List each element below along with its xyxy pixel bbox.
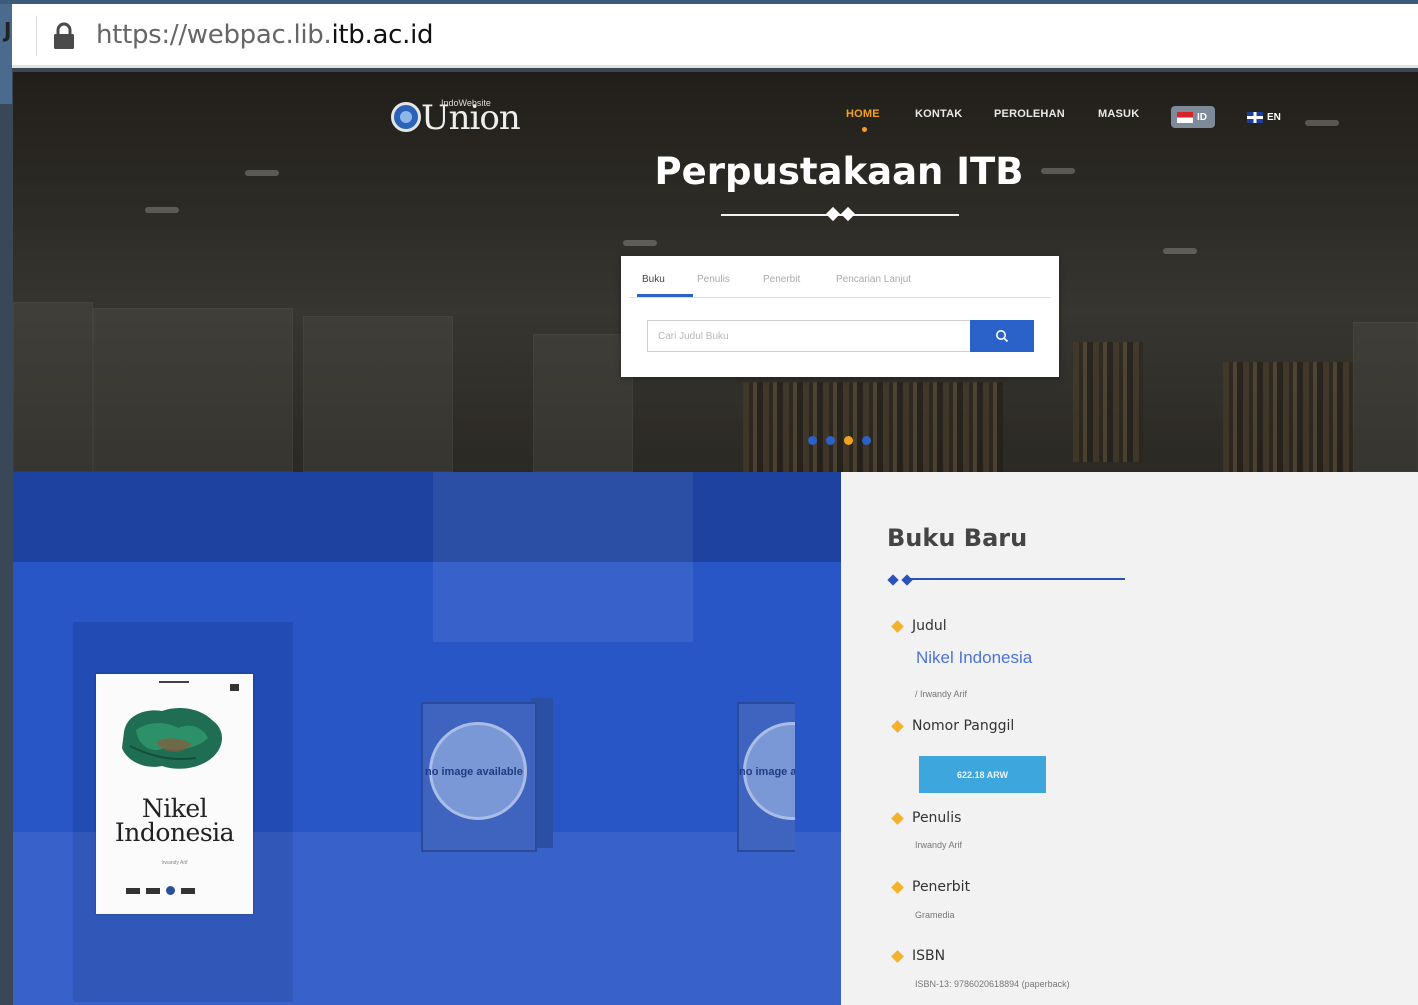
slider-dot[interactable]	[826, 436, 835, 445]
tab-pencarian-lanjut[interactable]: Pencarian Lanjut	[836, 274, 911, 285]
diamond-icon	[887, 574, 899, 586]
tab-penerbit[interactable]: Penerbit	[763, 274, 800, 285]
url-field[interactable]: https://webpac.lib.itb.ac.id	[96, 20, 434, 50]
search-tabs: Buku Penulis Penerbit Pencarian Lanjut	[629, 256, 1051, 298]
hero-banner: Union IndoWebsite HOME KONTAK PEROLEHAN …	[13, 72, 1418, 472]
nav-active-indicator	[862, 127, 867, 132]
diamond-bullet-icon	[891, 619, 904, 633]
book-placeholder[interactable]: no image available	[737, 698, 795, 852]
lang-id-button[interactable]: ID	[1171, 106, 1215, 128]
title-divider	[721, 214, 959, 216]
publisher-logo-icon	[166, 886, 175, 895]
active-tab-indicator	[637, 294, 693, 297]
page: J https://webpac.lib.itb.ac.id Union Ind…	[0, 0, 1418, 1005]
heading-divider	[907, 578, 1125, 580]
publisher-logo-icon	[230, 684, 239, 691]
nav-kontak[interactable]: KONTAK	[915, 108, 962, 120]
call-number-badge[interactable]: 622.18 ARW	[919, 756, 1046, 793]
diamond-bullet-icon	[891, 880, 904, 894]
lock-icon[interactable]	[52, 22, 76, 50]
book-placeholder[interactable]: no image available	[421, 698, 555, 852]
diamond-bullet-icon	[891, 811, 904, 825]
search-card: Buku Penulis Penerbit Pencarian Lanjut	[621, 256, 1059, 377]
nomor-panggil-label: Nomor Panggil	[891, 718, 1015, 734]
book-details-panel: Buku Baru Judul Nikel Indonesia / Irwand…	[841, 472, 1418, 1005]
site-logo[interactable]: Union IndoWebsite	[391, 98, 521, 138]
section-heading: Buku Baru	[887, 524, 1028, 552]
browser-address-bar: J https://webpac.lib.itb.ac.id	[0, 0, 1418, 104]
slider-dot[interactable]	[808, 436, 817, 445]
penerbit-label-text: Penerbit	[912, 879, 971, 895]
search-button[interactable]	[970, 320, 1034, 352]
penulis-label-text: Penulis	[912, 810, 962, 826]
publisher-logo-icon	[146, 887, 160, 894]
diamond-bullet-icon	[891, 949, 904, 963]
uk-flag-icon	[1247, 111, 1263, 123]
cover-publisher-logos	[126, 886, 195, 895]
slider-dot-active[interactable]	[844, 436, 853, 445]
book-title-link[interactable]: Nikel Indonesia	[916, 648, 1032, 668]
bg-light	[433, 472, 693, 642]
bg-shape	[13, 472, 841, 562]
penerbit-value: Gramedia	[915, 910, 955, 920]
tab-penulis[interactable]: Penulis	[697, 274, 730, 285]
page-title: Perpustakaan ITB	[654, 150, 1024, 193]
book-cover-nikel-indonesia[interactable]: Nikel Indonesia Irwandy Arif	[96, 674, 253, 914]
url-domain: itb.ac.id	[331, 20, 434, 50]
logo-mark	[391, 102, 421, 132]
diamond-bullet-icon	[891, 719, 904, 733]
isbn-label-text: ISBN	[912, 948, 946, 964]
cover-topbar	[159, 681, 189, 683]
search-icon	[996, 330, 1009, 343]
penulis-label: Penulis	[891, 810, 962, 826]
indonesia-flag-icon	[1177, 111, 1193, 123]
nomor-panggil-label-text: Nomor Panggil	[912, 718, 1015, 734]
nav-perolehan[interactable]: PEROLEHAN	[994, 108, 1065, 120]
cover-title-line2: Indonesia	[114, 818, 235, 847]
book-title-author: / Irwandy Arif	[915, 689, 968, 699]
nav-masuk[interactable]: MASUK	[1098, 108, 1139, 120]
nav-home[interactable]: HOME	[846, 108, 880, 120]
logo-subtext: IndoWebsite	[441, 98, 491, 108]
url-prefix: https://webpac.lib.	[96, 20, 332, 50]
judul-label: Judul	[891, 618, 947, 634]
nickel-ore-icon	[122, 708, 222, 769]
no-image-caption: no image available	[425, 766, 523, 778]
lang-en-label: EN	[1267, 111, 1281, 123]
cover-author: Irwandy Arif	[161, 860, 188, 866]
penulis-value: Irwandy Arif	[915, 840, 963, 850]
publisher-logo-icon	[181, 887, 195, 894]
lang-en-button[interactable]: EN	[1247, 106, 1281, 128]
penerbit-label: Penerbit	[891, 879, 971, 895]
isbn-value: ISBN-13: 9786020618894 (paperback)	[915, 979, 1070, 989]
book-carousel: Nikel Indonesia Irwandy Arif no image av…	[13, 472, 841, 1005]
judul-label-text: Judul	[912, 618, 947, 634]
divider	[36, 16, 37, 56]
address-bar-border	[12, 65, 1418, 68]
isbn-label: ISBN	[891, 948, 946, 964]
tab-buku[interactable]: Buku	[642, 274, 665, 285]
slider-dot[interactable]	[862, 436, 871, 445]
publisher-logo-icon	[126, 887, 140, 894]
diamond-icon	[901, 574, 913, 586]
lang-id-label: ID	[1197, 111, 1207, 123]
back-glyph[interactable]: J	[4, 18, 11, 42]
slider-dots	[808, 436, 871, 445]
no-image-caption: no image available	[739, 766, 795, 778]
search-input[interactable]	[647, 320, 971, 352]
